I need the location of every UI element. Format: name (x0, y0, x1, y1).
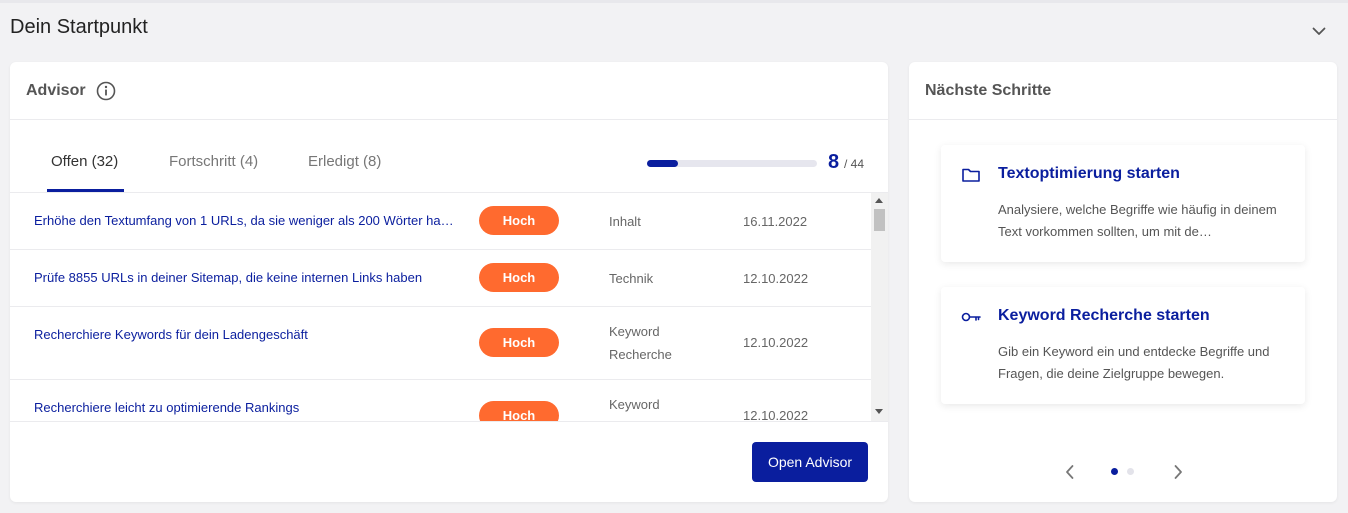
scroll-up-icon[interactable] (875, 198, 883, 203)
table-row[interactable]: Recherchiere leicht zu optimierende Rank… (10, 380, 871, 421)
task-title[interactable]: Prüfe 8855 URLs in deiner Sitemap, die k… (34, 270, 454, 285)
task-title[interactable]: Recherchiere leicht zu optimierende Rank… (34, 400, 454, 415)
advisor-header: Advisor (10, 62, 888, 120)
tab-erledigt[interactable]: Erledigt (8) (308, 153, 381, 170)
next-steps-header: Nächste Schritte (909, 62, 1337, 120)
table-row[interactable]: Prüfe 8855 URLs in deiner Sitemap, die k… (10, 250, 871, 307)
task-date: 12.10.2022 (743, 335, 809, 350)
step-card-keyword-recherche[interactable]: Keyword Recherche starten Gib ein Keywor… (941, 287, 1305, 404)
scroll-thumb[interactable] (874, 209, 885, 231)
task-category: Technik (609, 271, 654, 286)
chevron-right-icon (1174, 465, 1182, 479)
carousel-dot-active[interactable] (1111, 468, 1118, 475)
step-description: Analysiere, welche Begriffe wie häufig i… (998, 202, 1277, 239)
task-title[interactable]: Recherchiere Keywords für dein Ladengesc… (34, 327, 454, 342)
chevron-left-icon (1066, 465, 1074, 479)
active-tab-indicator (47, 189, 124, 192)
tab-offen[interactable]: Offen (32) (51, 153, 118, 170)
task-title[interactable]: Erhöhe den Textumfang von 1 URLs, da sie… (34, 213, 454, 228)
next-steps-title: Nächste Schritte (925, 81, 1052, 99)
table-row[interactable]: Recherchiere Keywords für dein Ladengesc… (10, 307, 871, 380)
open-advisor-button[interactable]: Open Advisor (752, 442, 868, 482)
task-date: 16.11.2022 (743, 214, 808, 229)
info-icon[interactable] (96, 81, 116, 101)
step-description: Gib ein Keyword ein und entdecke Begriff… (998, 344, 1270, 381)
progress-bar (647, 160, 817, 167)
progress-fill (647, 160, 678, 167)
priority-badge[interactable]: Hoch (479, 328, 559, 357)
scroll-down-icon[interactable] (875, 409, 883, 414)
advisor-title: Advisor (26, 81, 86, 99)
progress-done: 8 (828, 151, 840, 173)
carousel-prev-button[interactable] (1060, 462, 1080, 482)
step-card-textoptimierung[interactable]: Textoptimierung starten Analysiere, welc… (941, 145, 1305, 262)
tab-fortschritt[interactable]: Fortschritt (4) (169, 153, 258, 170)
next-steps-card: Nächste Schritte Textoptimierung starten… (909, 62, 1337, 502)
task-category: Keyword Recherche (609, 324, 672, 362)
top-divider (0, 0, 1348, 3)
step-title[interactable]: Keyword Recherche starten (998, 307, 1210, 325)
task-category: Keyword Recherche (609, 397, 672, 421)
carousel-dot[interactable] (1127, 468, 1134, 475)
advisor-card: Advisor Offen (32) Fortschritt (4) Erled… (10, 62, 888, 502)
priority-badge[interactable]: Hoch (479, 263, 559, 292)
priority-badge[interactable]: Hoch (479, 401, 559, 421)
collapse-button[interactable] (1308, 20, 1330, 42)
step-title[interactable]: Textoptimierung starten (998, 165, 1180, 183)
section-title: Dein Startpunkt (10, 16, 148, 38)
advisor-tabs: Offen (32) Fortschritt (4) Erledigt (8) (10, 121, 888, 193)
task-category: Inhalt (609, 214, 641, 229)
list-scrollbar[interactable] (871, 193, 888, 421)
advisor-list: Erhöhe den Textumfang von 1 URLs, da sie… (10, 193, 888, 421)
folder-icon (962, 168, 980, 182)
chevron-down-icon (1312, 27, 1326, 35)
divider (10, 421, 888, 422)
task-date: 12.10.2022 (743, 271, 809, 286)
task-date: 12.10.2022 (743, 408, 809, 421)
progress-total: / 44 (844, 157, 865, 171)
table-row[interactable]: Erhöhe den Textumfang von 1 URLs, da sie… (10, 193, 871, 250)
priority-badge[interactable]: Hoch (479, 206, 559, 235)
key-icon (961, 312, 981, 322)
carousel-next-button[interactable] (1168, 462, 1188, 482)
